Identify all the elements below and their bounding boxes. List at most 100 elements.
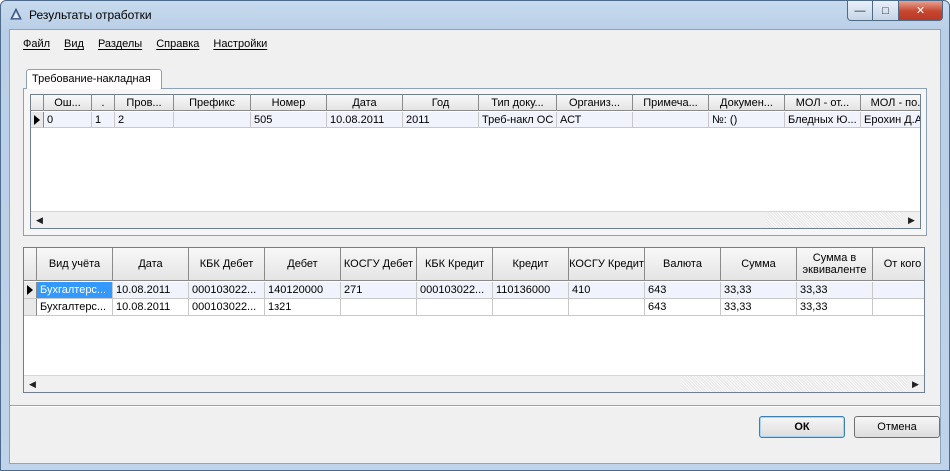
cancel-button[interactable]: Отмена — [854, 416, 940, 438]
column-header[interactable]: Дата — [113, 248, 189, 281]
minimize-icon: — — [854, 4, 866, 17]
close-button[interactable]: ✕ — [899, 1, 943, 21]
documents-grid[interactable]: Ош.... Пров... Префикс Номер Дата Год Тип доку… — [30, 94, 921, 229]
entries-grid[interactable]: Вид учёта Дата КБК Дебет Дебет КОСГУ Дебет КБ… — [23, 247, 925, 393]
column-header[interactable]: От кого — [873, 248, 924, 281]
header-corner — [24, 248, 37, 281]
column-header[interactable]: Год — [403, 95, 479, 111]
scroll-right-icon[interactable]: ▶ — [903, 212, 920, 228]
row-indicator[interactable] — [24, 299, 37, 316]
table-cell[interactable]: 0 — [44, 112, 92, 128]
table-cell[interactable] — [417, 299, 493, 316]
menu-bar: Файл Вид Разделы Справка Настройки — [10, 30, 274, 58]
column-header[interactable]: КБК Кредит — [417, 248, 493, 281]
column-header[interactable]: Кредит — [493, 248, 569, 281]
column-header[interactable]: Сумма — [721, 248, 797, 281]
menu-view[interactable]: Вид — [57, 38, 91, 50]
table-cell[interactable]: 000103022... — [189, 282, 265, 299]
menu-help[interactable]: Справка — [149, 38, 206, 50]
header-row: Ош.... Пров... Префикс Номер Дата Год Тип доку… — [31, 95, 920, 111]
menu-sections[interactable]: Разделы — [91, 38, 149, 50]
table-cell[interactable]: 110136000 — [493, 282, 569, 299]
table-cell[interactable]: Треб-накл ОС — [479, 112, 557, 128]
horizontal-scrollbar[interactable]: ◀ ▶ — [24, 375, 924, 392]
table-cell[interactable] — [633, 112, 709, 128]
table-cell[interactable]: 2 — [115, 112, 174, 128]
table-cell[interactable]: АСТ — [557, 112, 633, 128]
table-row[interactable]: Бухгалтерс... 10.08.2011 000103022... 1з21 6… — [24, 299, 924, 316]
table-cell[interactable] — [493, 299, 569, 316]
table-cell[interactable]: 000103022... — [189, 299, 265, 316]
column-header[interactable]: КОСГУ Дебет — [341, 248, 417, 281]
table-cell[interactable]: №: () — [709, 112, 785, 128]
table-cell[interactable]: 10.08.2011 — [113, 299, 189, 316]
column-header[interactable]: Вид учёта — [37, 248, 113, 281]
ok-button[interactable]: ОК — [759, 416, 845, 438]
table-cell[interactable]: 271 — [341, 282, 417, 299]
scroll-left-icon[interactable]: ◀ — [24, 376, 41, 392]
table-cell[interactable]: 505 — [251, 112, 327, 128]
column-header[interactable]: Префикс — [174, 95, 251, 111]
column-header[interactable]: Дебет — [265, 248, 341, 281]
table-cell[interactable]: 33,33 — [721, 299, 797, 316]
column-header[interactable]: Ош... — [44, 95, 92, 111]
table-cell[interactable]: Бухгалтерс... — [37, 282, 113, 299]
scrollbar-track[interactable] — [766, 212, 901, 228]
menu-file[interactable]: Файл — [16, 38, 57, 50]
table-row[interactable]: 0 1 2 505 10.08.2011 2011 Треб-накл ОС АСТ №: ()… — [31, 112, 920, 128]
table-cell[interactable]: 2011 — [403, 112, 479, 128]
column-header[interactable]: КБК Дебет — [189, 248, 265, 281]
minimize-button[interactable]: — — [847, 1, 873, 21]
table-cell[interactable] — [341, 299, 417, 316]
table-cell[interactable]: 33,33 — [797, 299, 873, 316]
column-header[interactable]: Сумма в эквиваленте — [797, 248, 873, 281]
table-cell[interactable]: 10.08.2011 — [113, 282, 189, 299]
scroll-right-icon[interactable]: ▶ — [907, 376, 924, 392]
column-header[interactable]: Дата — [327, 95, 403, 111]
header-row: Вид учёта Дата КБК Дебет Дебет КОСГУ Дебет КБ… — [24, 248, 924, 281]
column-header[interactable]: Тип доку... — [479, 95, 557, 111]
table-cell[interactable]: 643 — [645, 299, 721, 316]
scroll-left-icon[interactable]: ◀ — [31, 212, 48, 228]
table-cell[interactable] — [174, 112, 251, 128]
table-cell[interactable]: 1з21 — [265, 299, 341, 316]
column-header[interactable]: . — [92, 95, 115, 111]
tab-requirement-invoice[interactable]: Требование-накладная — [26, 69, 162, 89]
table-cell[interactable]: 1 — [92, 112, 115, 128]
table-cell[interactable]: Бледных Ю... — [785, 112, 861, 128]
app-icon — [10, 7, 22, 20]
current-row-icon — [27, 285, 33, 295]
column-header[interactable]: Пров... — [115, 95, 174, 111]
scrollbar-track[interactable] — [681, 376, 907, 392]
window-title: Результаты отработки — [29, 8, 152, 22]
horizontal-scrollbar[interactable]: ◀ ▶ — [31, 211, 920, 228]
tab-panel: Ош.... Пров... Префикс Номер Дата Год Тип доку… — [23, 88, 927, 236]
menu-settings[interactable]: Настройки — [206, 38, 274, 50]
column-header[interactable]: Примеча... — [633, 95, 709, 111]
table-cell[interactable]: 000103022... — [417, 282, 493, 299]
row-indicator[interactable] — [24, 282, 37, 299]
row-indicator[interactable] — [31, 112, 44, 128]
table-cell[interactable]: 33,33 — [797, 282, 873, 299]
title-bar[interactable]: Результаты отработки — □ ✕ — [1, 1, 949, 27]
table-cell[interactable]: 643 — [645, 282, 721, 299]
column-header[interactable]: МОЛ - по... — [861, 95, 920, 111]
column-header[interactable]: МОЛ - от... — [785, 95, 861, 111]
maximize-button[interactable]: □ — [873, 1, 899, 21]
column-header[interactable]: Валюта — [645, 248, 721, 281]
table-cell[interactable]: 33,33 — [721, 282, 797, 299]
current-row-icon — [34, 114, 40, 125]
table-cell[interactable] — [873, 282, 924, 299]
column-header[interactable]: Организ... — [557, 95, 633, 111]
table-row[interactable]: Бухгалтерс... 10.08.2011 000103022... 14012… — [24, 282, 924, 299]
table-cell[interactable]: 410 — [569, 282, 645, 299]
column-header[interactable]: Докумен... — [709, 95, 785, 111]
table-cell[interactable] — [569, 299, 645, 316]
table-cell[interactable]: Ерохин Д.А — [861, 112, 920, 128]
table-cell[interactable]: Бухгалтерс... — [37, 299, 113, 316]
table-cell[interactable]: 10.08.2011 — [327, 112, 403, 128]
column-header[interactable]: Номер — [251, 95, 327, 111]
column-header[interactable]: КОСГУ Кредит — [569, 248, 645, 281]
table-cell[interactable]: 140120000 — [265, 282, 341, 299]
table-cell[interactable] — [873, 299, 924, 316]
